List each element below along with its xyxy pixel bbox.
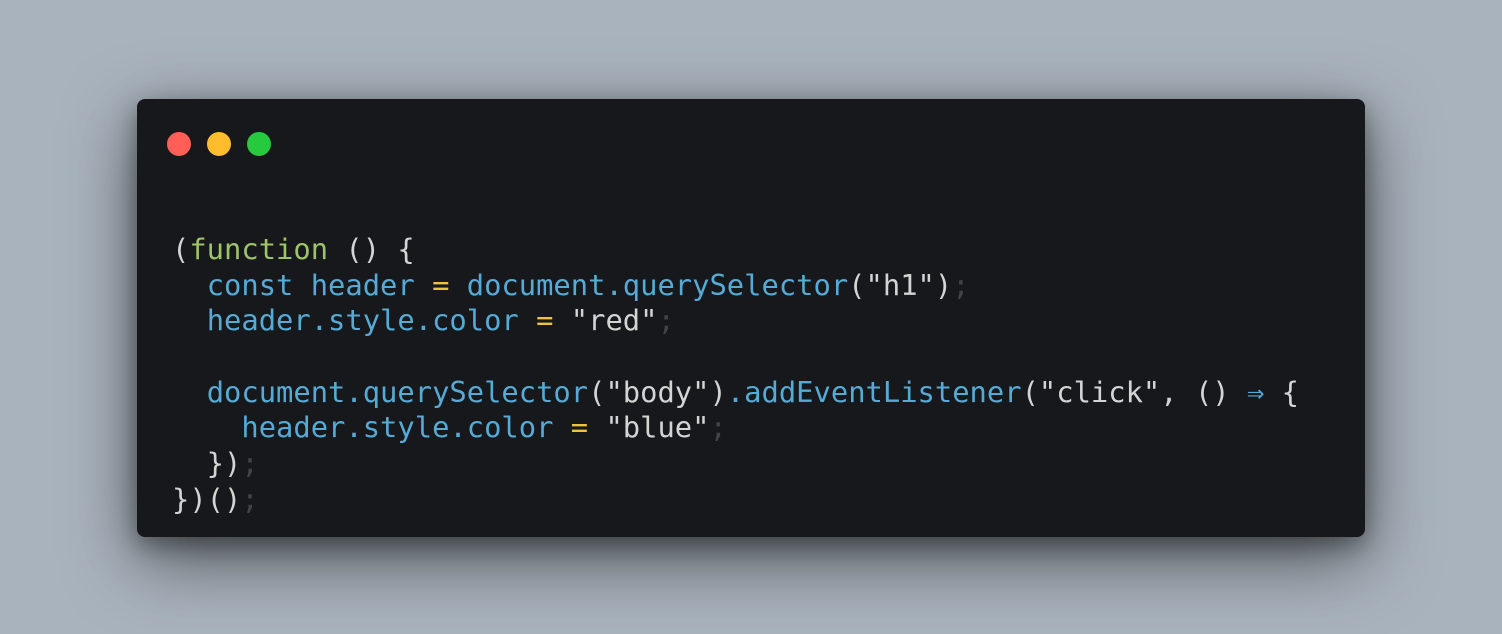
close-dot-icon[interactable] <box>167 132 191 156</box>
code-line: }); <box>172 446 1299 482</box>
code-token: header.style.color <box>241 410 554 445</box>
code-token: = <box>414 267 467 302</box>
code-token: const header <box>206 267 415 302</box>
code-token: "blue" <box>605 410 710 445</box>
maximize-dot-icon[interactable] <box>247 132 271 156</box>
code-token: = <box>518 303 571 338</box>
code-token: .addEventListener <box>726 374 1022 409</box>
code-token: ) <box>934 267 953 302</box>
code-token: header.style.color <box>206 303 519 338</box>
code-line: (function () { <box>172 232 1299 268</box>
code-token: ; <box>241 481 259 516</box>
code-token: ( <box>172 232 190 266</box>
code-token: })() <box>172 481 242 516</box>
code-token: "body" <box>605 374 710 409</box>
code-token: ; <box>709 410 727 445</box>
code-token: ; <box>952 267 970 302</box>
code-token: "h1" <box>865 267 935 302</box>
code-token: () { <box>328 232 415 266</box>
code-token: }) <box>172 446 242 481</box>
code-line: header.style.color = "red"; <box>172 303 1299 339</box>
code-token: ( <box>848 267 866 302</box>
minimize-dot-icon[interactable] <box>207 132 231 156</box>
code-token: ; <box>657 303 675 338</box>
code-line: })(); <box>172 482 1299 518</box>
code-token: document.querySelector <box>206 374 589 409</box>
code-token: ⇒ <box>1246 374 1265 409</box>
code-token: , () <box>1160 374 1247 409</box>
code-token: ) <box>709 374 727 409</box>
code-line: const header = document.querySelector("h… <box>172 268 1299 304</box>
code-token: function <box>189 232 329 266</box>
code-token: = <box>553 410 606 445</box>
code-token: document.querySelector <box>466 267 849 302</box>
code-block: (function () { const header = document.q… <box>172 232 1299 518</box>
code-line: document.querySelector("body").addEventL… <box>172 375 1299 411</box>
code-token: "click" <box>1038 374 1161 409</box>
code-token: { <box>1264 374 1299 409</box>
code-token: ( <box>588 374 606 409</box>
code-line: header.style.color = "blue"; <box>172 410 1299 446</box>
code-token: "red" <box>570 303 658 338</box>
code-token: ( <box>1021 374 1039 409</box>
code-window: (function () { const header = document.q… <box>137 99 1365 537</box>
window-controls <box>167 132 271 156</box>
code-line: ​ <box>172 339 1299 375</box>
code-token: ; <box>241 446 259 481</box>
